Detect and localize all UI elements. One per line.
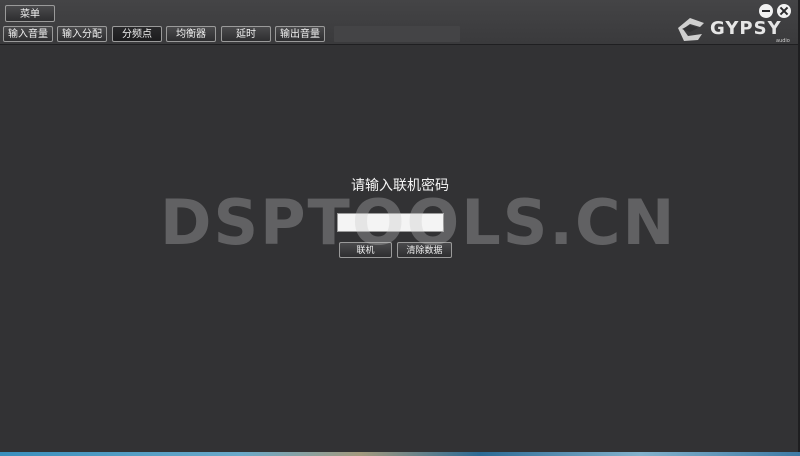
tab-delay[interactable]: 延时 [221, 26, 271, 42]
clear-data-button[interactable]: 清除数据 [397, 242, 452, 258]
tab-input-volume[interactable]: 输入音量 [3, 26, 53, 42]
password-input[interactable] [337, 213, 444, 232]
tab-input-routing[interactable]: 输入分配 [57, 26, 107, 42]
logo-text: GYPSY [710, 18, 782, 39]
status-strip [334, 26, 460, 42]
logo-mark-icon [678, 18, 704, 41]
password-prompt: 请输入联机密码 [351, 178, 449, 194]
desktop-background-strip [0, 452, 800, 456]
logo-subtext: audio [776, 38, 790, 44]
tab-crossover[interactable]: 分频点 [112, 26, 162, 42]
menu-button[interactable]: 菜单 [5, 5, 55, 22]
close-icon[interactable] [777, 4, 791, 18]
top-toolbar: 菜单 输入音量 输入分配 分频点 均衡器 延时 输出音量 GYPSY audio [0, 0, 798, 45]
tab-equalizer[interactable]: 均衡器 [166, 26, 216, 42]
minimize-icon[interactable] [759, 4, 773, 18]
brand-logo: GYPSY audio [672, 14, 798, 44]
app-window: 菜单 输入音量 输入分配 分频点 均衡器 延时 输出音量 GYPSY audio… [0, 0, 800, 452]
tab-output-volume[interactable]: 输出音量 [275, 26, 325, 42]
connect-button[interactable]: 联机 [339, 242, 392, 258]
